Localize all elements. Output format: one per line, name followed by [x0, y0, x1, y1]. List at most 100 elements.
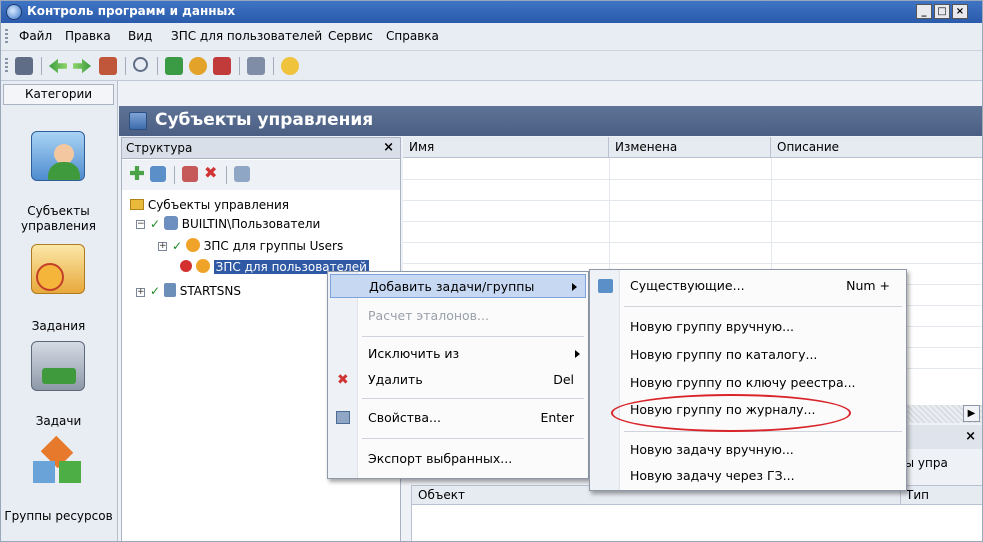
save-icon[interactable]	[15, 57, 33, 75]
column-header-description[interactable]: Описание	[771, 137, 982, 158]
back-arrow-icon[interactable]	[49, 58, 67, 74]
category-subjects-label: Субъекты управления	[21, 204, 96, 233]
submenu-item-group-manual[interactable]: Новую группу вручную...	[590, 315, 906, 339]
title-bar: Контроль программ и данных _ □ ×	[1, 1, 982, 23]
help-icon[interactable]	[281, 57, 299, 75]
submenu-item-existing-label: Существующие...	[630, 278, 745, 293]
menu-item-exclude-label: Исключить из	[368, 346, 460, 361]
toolbar-separator	[174, 166, 175, 184]
menu-view[interactable]: Вид	[128, 29, 152, 43]
toolbar-grip	[5, 58, 8, 74]
search-icon[interactable]	[133, 57, 148, 72]
remove-group-icon[interactable]	[182, 166, 198, 182]
category-tasks[interactable]: Задания	[1, 319, 116, 334]
tree-item-zps-group-users-label: ЗПС для группы Users	[203, 239, 344, 253]
close-button[interactable]: ×	[952, 4, 968, 19]
menu-item-properties-label: Свойства...	[368, 410, 441, 425]
subjects-icon	[129, 112, 147, 130]
category-subjects[interactable]: Субъекты управления	[1, 204, 116, 234]
menu-help[interactable]: Справка	[386, 29, 439, 43]
menu-item-add-tasks-label: Добавить задачи/группы	[369, 279, 535, 294]
menu-file[interactable]: Файл	[19, 29, 52, 43]
menu-item-exclude[interactable]: Исключить из	[328, 342, 588, 366]
submenu-item-task-manual[interactable]: Новую задачу вручную...	[590, 438, 906, 462]
app-icon	[6, 4, 22, 20]
scroll-right-button[interactable]: ▶	[963, 405, 980, 422]
home-icon[interactable]	[99, 57, 117, 75]
tree-root[interactable]: Субъекты управления	[130, 198, 289, 212]
forward-arrow-icon[interactable]	[73, 58, 91, 74]
menu-service[interactable]: Сервис	[328, 29, 373, 43]
minimize-button[interactable]: _	[916, 4, 932, 19]
wrench-icon[interactable]	[247, 57, 265, 75]
submenu-item-task-gz[interactable]: Новую задачу через ГЗ...	[590, 464, 906, 488]
computer-icon	[163, 283, 176, 297]
categories-panel: Категории Субъекты управления Задания За…	[1, 81, 118, 541]
add-group-icon[interactable]	[150, 166, 166, 182]
menu-edit[interactable]: Правка	[65, 29, 111, 43]
expander-group-users[interactable]: +	[158, 242, 167, 251]
menu-item-delete-label: Удалить	[368, 372, 423, 387]
cubes-icon[interactable]	[31, 435, 85, 489]
menu-item-export[interactable]: Экспорт выбранных...	[328, 447, 588, 471]
context-menu: Добавить задачи/группы Расчет эталонов..…	[327, 271, 589, 479]
details-list	[411, 505, 982, 541]
calculator-icon[interactable]	[213, 57, 231, 75]
menu-item-calc-references-label: Расчет эталонов...	[368, 308, 489, 323]
toolbar-separator	[226, 166, 227, 184]
column-header-type[interactable]: Тип	[906, 488, 929, 502]
gear-icon[interactable]	[189, 57, 207, 75]
grid-line	[403, 242, 982, 243]
menu-separator	[362, 438, 584, 439]
add-group-icon	[598, 279, 613, 293]
submenu: Существующие... Num + Новую группу вручн…	[589, 269, 907, 491]
properties-icon[interactable]	[234, 166, 250, 182]
app-window: Контроль программ и данных _ □ × Файл Пр…	[0, 0, 983, 542]
refresh-icon[interactable]	[165, 57, 183, 75]
check-icon: ✓	[172, 239, 183, 253]
maximize-button[interactable]: □	[934, 4, 950, 19]
clock-document-icon[interactable]	[31, 244, 85, 294]
menu-item-add-tasks[interactable]: Добавить задачи/группы	[330, 274, 586, 298]
add-icon[interactable]	[130, 166, 144, 180]
menu-item-export-label: Экспорт выбранных...	[368, 451, 513, 466]
submenu-item-group-catalog-label: Новую группу по каталогу...	[630, 347, 818, 362]
structure-close-icon[interactable]: ×	[383, 138, 394, 158]
window-title: Контроль программ и данных	[27, 4, 236, 18]
printer-user-icon[interactable]	[31, 341, 85, 391]
expander-startsns[interactable]: +	[136, 288, 145, 297]
column-header-object[interactable]: Объект	[418, 488, 465, 502]
submenu-item-group-manual-label: Новую группу вручную...	[630, 319, 795, 334]
submenu-item-existing[interactable]: Существующие... Num +	[590, 274, 906, 298]
structure-toolbar: ✖	[122, 160, 400, 190]
menu-item-calc-references[interactable]: Расчет эталонов...	[328, 304, 588, 328]
category-resource-groups[interactable]: Группы ресурсов	[1, 509, 116, 524]
menu-item-properties[interactable]: Свойства... Enter	[328, 406, 588, 430]
tree-item-builtin[interactable]: ✓ BUILTIN\Пользователи	[150, 216, 320, 231]
expander-builtin[interactable]: −	[136, 220, 145, 229]
toolbar-separator	[125, 57, 126, 75]
tree-item-startsns[interactable]: ✓ STARTSNS	[150, 283, 241, 298]
tree-item-zps-group-users[interactable]: ✓ ЗПС для группы Users	[172, 238, 343, 253]
tree-item-builtin-label: BUILTIN\Пользователи	[181, 217, 321, 231]
grid-line	[403, 200, 982, 201]
gear-icon	[195, 259, 210, 273]
column-header-modified[interactable]: Изменена	[609, 137, 771, 158]
details-close-icon[interactable]: ×	[965, 429, 976, 444]
menu-item-delete[interactable]: ✖ Удалить Del	[328, 368, 588, 392]
toolbar-separator	[157, 57, 158, 75]
toolbar-separator	[41, 57, 42, 75]
submenu-item-group-registry[interactable]: Новую группу по ключу реестра...	[590, 371, 906, 395]
column-header-name[interactable]: Имя	[403, 137, 609, 158]
check-icon: ✓	[150, 217, 161, 231]
delete-icon[interactable]: ✖	[204, 165, 218, 181]
content-title: Субъекты управления	[155, 110, 374, 130]
menu-zps-users[interactable]: ЗПС для пользователей	[171, 29, 322, 43]
toolbar-separator	[273, 57, 274, 75]
tree-item-startsns-label: STARTSNS	[179, 284, 241, 298]
submenu-item-group-catalog[interactable]: Новую группу по каталогу...	[590, 343, 906, 367]
grid-line	[403, 263, 982, 264]
content-header: Субъекты управления	[119, 106, 982, 136]
category-jobs[interactable]: Задачи	[1, 414, 116, 429]
user-computer-icon[interactable]	[31, 131, 85, 181]
